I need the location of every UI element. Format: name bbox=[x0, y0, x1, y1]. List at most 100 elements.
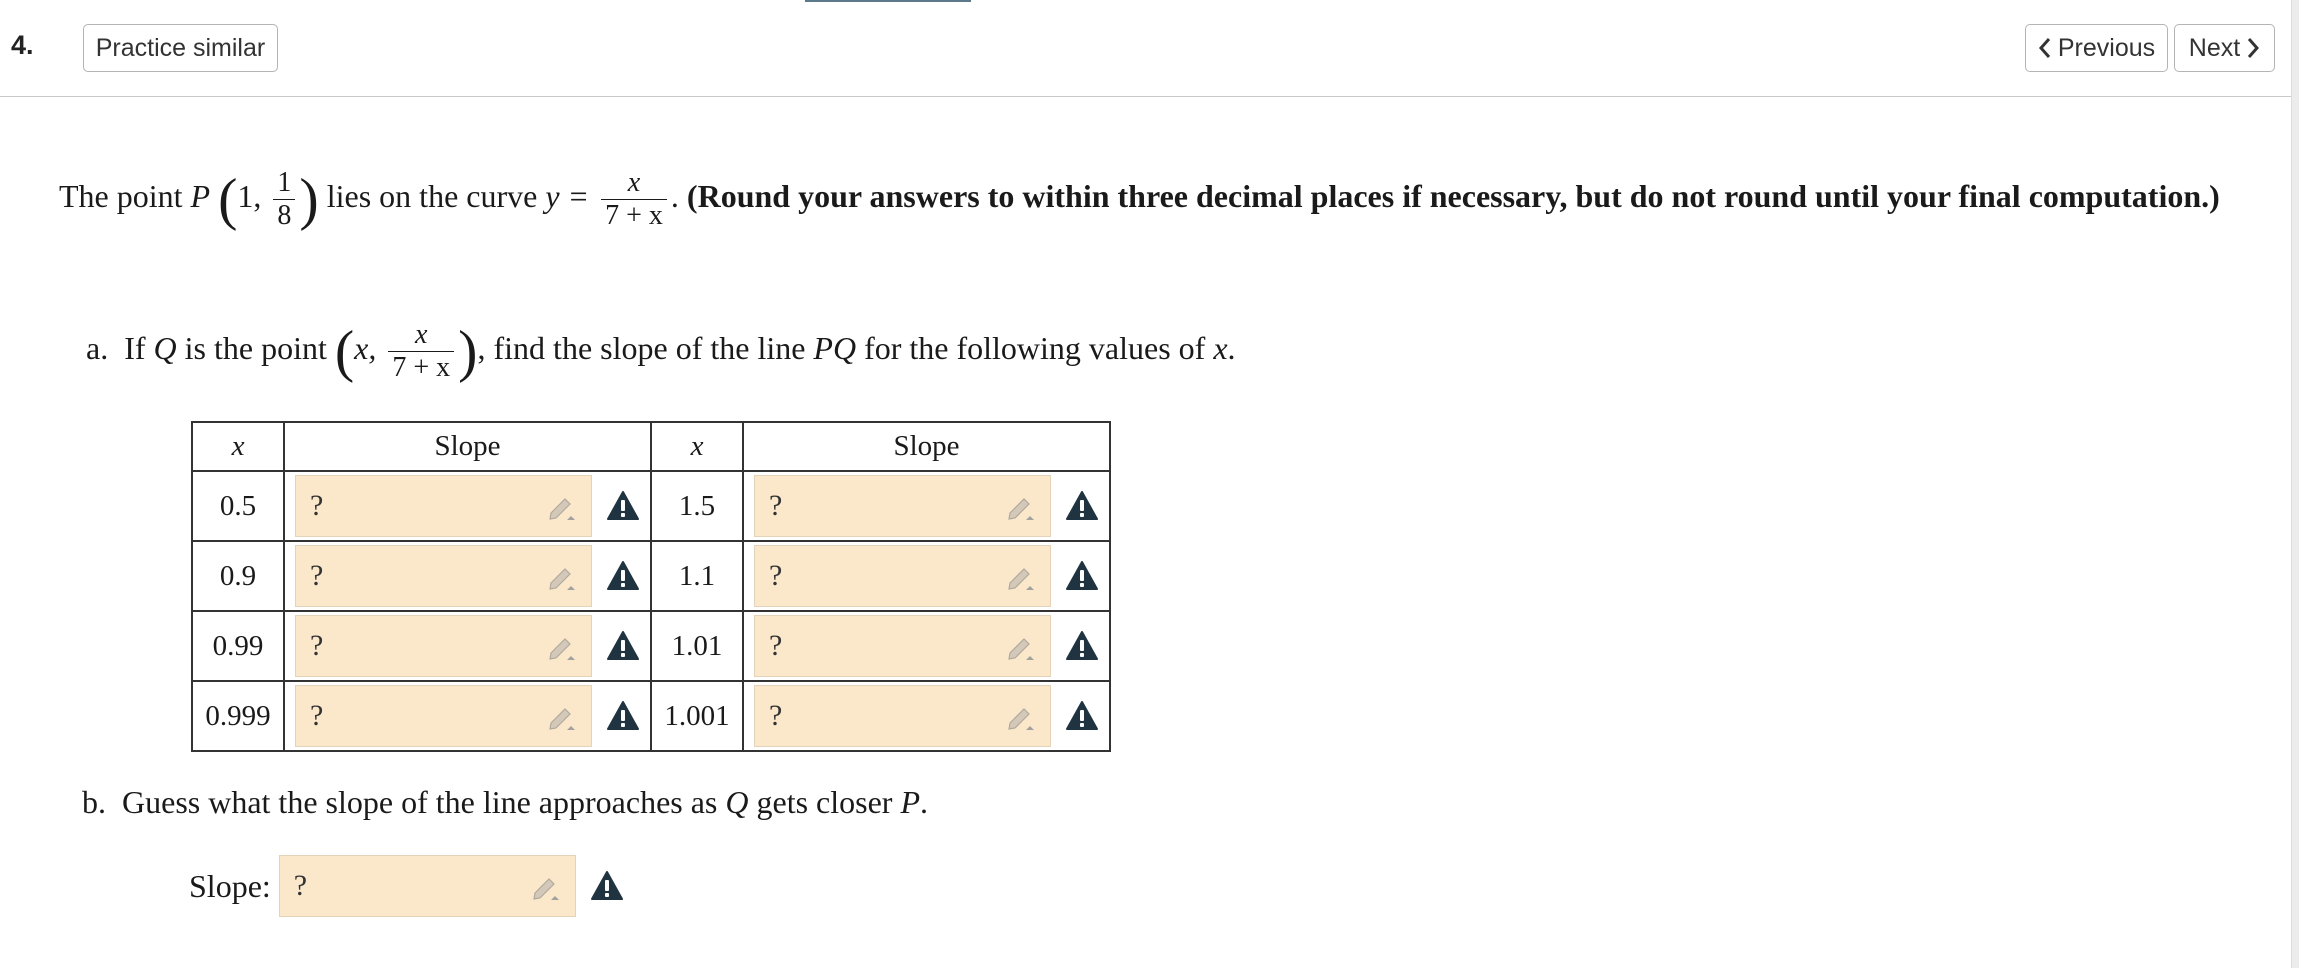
paren-open-q: ( bbox=[334, 318, 355, 384]
curve-fraction: x 7 + x bbox=[601, 167, 667, 232]
next-label: Next bbox=[2188, 33, 2241, 62]
part-a-text-2: is the point bbox=[184, 330, 327, 366]
part-a-text-3: , find the slope of the line bbox=[477, 330, 806, 366]
prompt-lies-on: lies on the curve bbox=[326, 178, 538, 214]
pencil-icon[interactable] bbox=[1006, 701, 1038, 731]
warning-icon[interactable] bbox=[590, 870, 624, 902]
previous-button[interactable]: Previous bbox=[2025, 24, 2168, 72]
x-value-right: 1.5 bbox=[650, 470, 744, 542]
q-denominator: 7 + x bbox=[388, 351, 455, 384]
slope-input-value: ? bbox=[769, 629, 783, 662]
point-y-denominator: 8 bbox=[273, 199, 296, 232]
slope-answer-row: Slope: ? bbox=[189, 855, 624, 917]
question-number: 4. bbox=[11, 30, 34, 60]
var-x: x bbox=[1213, 330, 1228, 366]
pencil-icon[interactable] bbox=[531, 871, 563, 901]
part-a-text-1: If bbox=[124, 330, 146, 366]
part-b-end: . bbox=[919, 784, 928, 820]
slope-table: x Slope x Slope 0.5? 1.5? 0.9? 1.1? 0.99? 1.0… bbox=[191, 421, 1111, 752]
part-a-label: a. bbox=[86, 330, 109, 366]
point-q-b: Q bbox=[725, 784, 749, 820]
slope-input-value: ? bbox=[310, 559, 324, 592]
slope-input[interactable]: ? bbox=[295, 475, 592, 537]
slope-answer-input[interactable]: ? bbox=[278, 855, 576, 917]
part-b-text-2: gets closer bbox=[756, 784, 893, 820]
slope-input-value: ? bbox=[310, 629, 324, 662]
pencil-icon[interactable] bbox=[1006, 561, 1038, 591]
part-a-text-4: for the following values of bbox=[864, 330, 1206, 366]
slope-input[interactable]: ? bbox=[754, 475, 1051, 537]
x-value-left: 0.5 bbox=[191, 470, 285, 542]
warning-icon[interactable] bbox=[606, 560, 640, 592]
slope-input-value: ? bbox=[310, 489, 324, 522]
x-value-left: 0.99 bbox=[191, 610, 285, 682]
warning-icon[interactable] bbox=[606, 490, 640, 522]
part-a-text: a. If Q is the point (x, x 7 + x ), find… bbox=[86, 318, 1236, 384]
part-b-text: b. Guess what the slope of the line appr… bbox=[82, 772, 928, 832]
slope-input[interactable]: ? bbox=[754, 615, 1051, 677]
slope-input[interactable]: ? bbox=[754, 545, 1051, 607]
part-b-label: b. bbox=[82, 784, 106, 820]
q-fraction: x 7 + x bbox=[388, 319, 455, 384]
warning-icon[interactable] bbox=[1065, 560, 1099, 592]
slope-input-value: ? bbox=[769, 489, 783, 522]
part-b-text-1: Guess what the slope of the line approac… bbox=[122, 784, 718, 820]
slope-input-value: ? bbox=[769, 559, 783, 592]
slope-input-value: ? bbox=[310, 699, 324, 732]
slope-input[interactable]: ? bbox=[754, 685, 1051, 747]
x-value-right: 1.001 bbox=[650, 680, 744, 752]
warning-icon[interactable] bbox=[1065, 630, 1099, 662]
slope-cell-left: ? bbox=[283, 680, 652, 752]
next-button[interactable]: Next bbox=[2174, 24, 2275, 72]
progress-indicator bbox=[805, 0, 971, 2]
practice-similar-button[interactable]: Practice similar bbox=[83, 24, 278, 72]
pencil-icon[interactable] bbox=[547, 701, 579, 731]
paren-close-q: ) bbox=[458, 318, 478, 384]
x-value-left: 0.999 bbox=[191, 680, 285, 752]
table-row: 0.999? 1.001? bbox=[191, 680, 1111, 752]
warning-icon[interactable] bbox=[606, 700, 640, 732]
paren-close: ) bbox=[299, 166, 319, 232]
scrollbar[interactable] bbox=[2291, 0, 2299, 968]
q-numerator: x bbox=[415, 319, 428, 351]
table-header-row: x Slope x Slope bbox=[191, 421, 1111, 472]
x-value-right: 1.01 bbox=[650, 610, 744, 682]
slope-input[interactable]: ? bbox=[295, 685, 592, 747]
slope-label: Slope: bbox=[189, 867, 271, 904]
pencil-icon[interactable] bbox=[547, 561, 579, 591]
curve-numerator: x bbox=[627, 167, 641, 199]
point-x: 1, bbox=[237, 178, 262, 214]
slope-input[interactable]: ? bbox=[295, 545, 592, 607]
header-slope-1: Slope bbox=[283, 421, 652, 472]
warning-icon[interactable] bbox=[1065, 700, 1099, 732]
slope-answer-value: ? bbox=[293, 869, 308, 902]
q-x: x, bbox=[354, 330, 377, 366]
table-row: 0.99? 1.01? bbox=[191, 610, 1111, 682]
slope-cell-right: ? bbox=[742, 540, 1111, 612]
warning-icon[interactable] bbox=[606, 630, 640, 662]
top-bar: 4. Practice similar Previous Next bbox=[0, 0, 2292, 97]
slope-input[interactable]: ? bbox=[295, 615, 592, 677]
table-row: 0.9? 1.1? bbox=[191, 540, 1111, 612]
pencil-icon[interactable] bbox=[1006, 631, 1038, 661]
point-y-fraction: 1 8 bbox=[273, 167, 296, 232]
table-row: 0.5? 1.5? bbox=[191, 470, 1111, 542]
practice-similar-label: Practice similar bbox=[95, 33, 266, 62]
curve-denominator: 7 + x bbox=[601, 199, 667, 232]
pencil-icon[interactable] bbox=[547, 631, 579, 661]
header-slope-2: Slope bbox=[742, 421, 1111, 472]
slope-cell-left: ? bbox=[283, 540, 652, 612]
header-x-2: x bbox=[650, 421, 744, 472]
slope-cell-left: ? bbox=[283, 470, 652, 542]
point-q: Q bbox=[153, 330, 177, 366]
slope-cell-right: ? bbox=[742, 680, 1111, 752]
chevron-left-icon bbox=[2038, 38, 2050, 58]
pencil-icon[interactable] bbox=[1006, 491, 1038, 521]
slope-cell-right: ? bbox=[742, 610, 1111, 682]
line-pq: PQ bbox=[813, 330, 857, 366]
problem-statement: The point P (1, 1 8 ) lies on the curve … bbox=[59, 166, 2220, 232]
slope-cell-right: ? bbox=[742, 470, 1111, 542]
pencil-icon[interactable] bbox=[547, 491, 579, 521]
warning-icon[interactable] bbox=[1065, 490, 1099, 522]
part-a-end: . bbox=[1227, 330, 1236, 366]
